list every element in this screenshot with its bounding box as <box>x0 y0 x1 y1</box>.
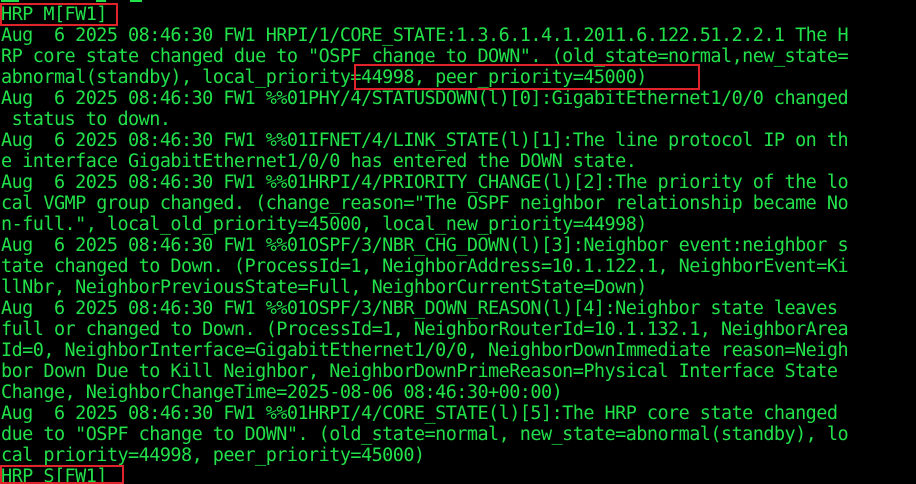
highlight-box-priorities <box>354 64 700 90</box>
log-line: Change, NeighborChangeTime=2025-08-06 08… <box>1 382 563 403</box>
log-line: bor Down Due to Kill Neighbor, NeighborD… <box>1 361 838 382</box>
log-line: tate changed to Down. (ProcessId=1, Neig… <box>1 256 849 277</box>
log-line: Aug 6 2025 08:46:30 FW1 %%01OSPF/3/NBR_D… <box>1 298 838 319</box>
scrolled-text-fragment <box>1 0 19 2</box>
scrolled-text-fragment <box>130 0 142 2</box>
log-line: full or changed to Down. (ProcessId=1, N… <box>1 319 849 340</box>
scrolled-text-fragment <box>96 0 106 2</box>
log-line: Aug 6 2025 08:46:30 FW1 %%01PHY/4/STATUS… <box>1 88 849 109</box>
log-line: Aug 6 2025 08:46:30 FW1 HRPI/1/CORE_STAT… <box>1 25 849 46</box>
log-line: Aug 6 2025 08:46:30 FW1 %%01IFNET/4/LINK… <box>1 130 849 151</box>
log-line: llNbr, NeighborPreviousState=Full, Neigh… <box>1 277 647 298</box>
highlight-box-master-prompt <box>0 3 118 26</box>
log-line: status to down. <box>1 109 171 130</box>
log-line: n-full.", local_old_priority=45000, loca… <box>1 214 647 235</box>
log-line: Id=0, NeighborInterface=GigabitEthernet1… <box>1 340 849 361</box>
highlight-box-standby-prompt <box>0 465 124 484</box>
log-line: Aug 6 2025 08:46:30 FW1 %%01HRPI/4/CORE_… <box>1 403 838 424</box>
log-line: e interface GigabitEthernet1/0/0 has ent… <box>1 151 637 172</box>
log-line: Aug 6 2025 08:46:30 FW1 %%01OSPF/3/NBR_C… <box>1 235 849 256</box>
terminal-window[interactable]: HRP_M[FW1] Aug 6 2025 08:46:30 FW1 HRPI/… <box>0 0 916 484</box>
log-line: cal VGMP group changed. (change_reason="… <box>1 193 849 214</box>
log-line: cal_priority=44998, peer_priority=45000) <box>1 445 425 466</box>
log-line: Aug 6 2025 08:46:30 FW1 %%01HRPI/4/PRIOR… <box>1 172 849 193</box>
log-line: due to "OSPF change to DOWN". (old_state… <box>1 424 849 445</box>
